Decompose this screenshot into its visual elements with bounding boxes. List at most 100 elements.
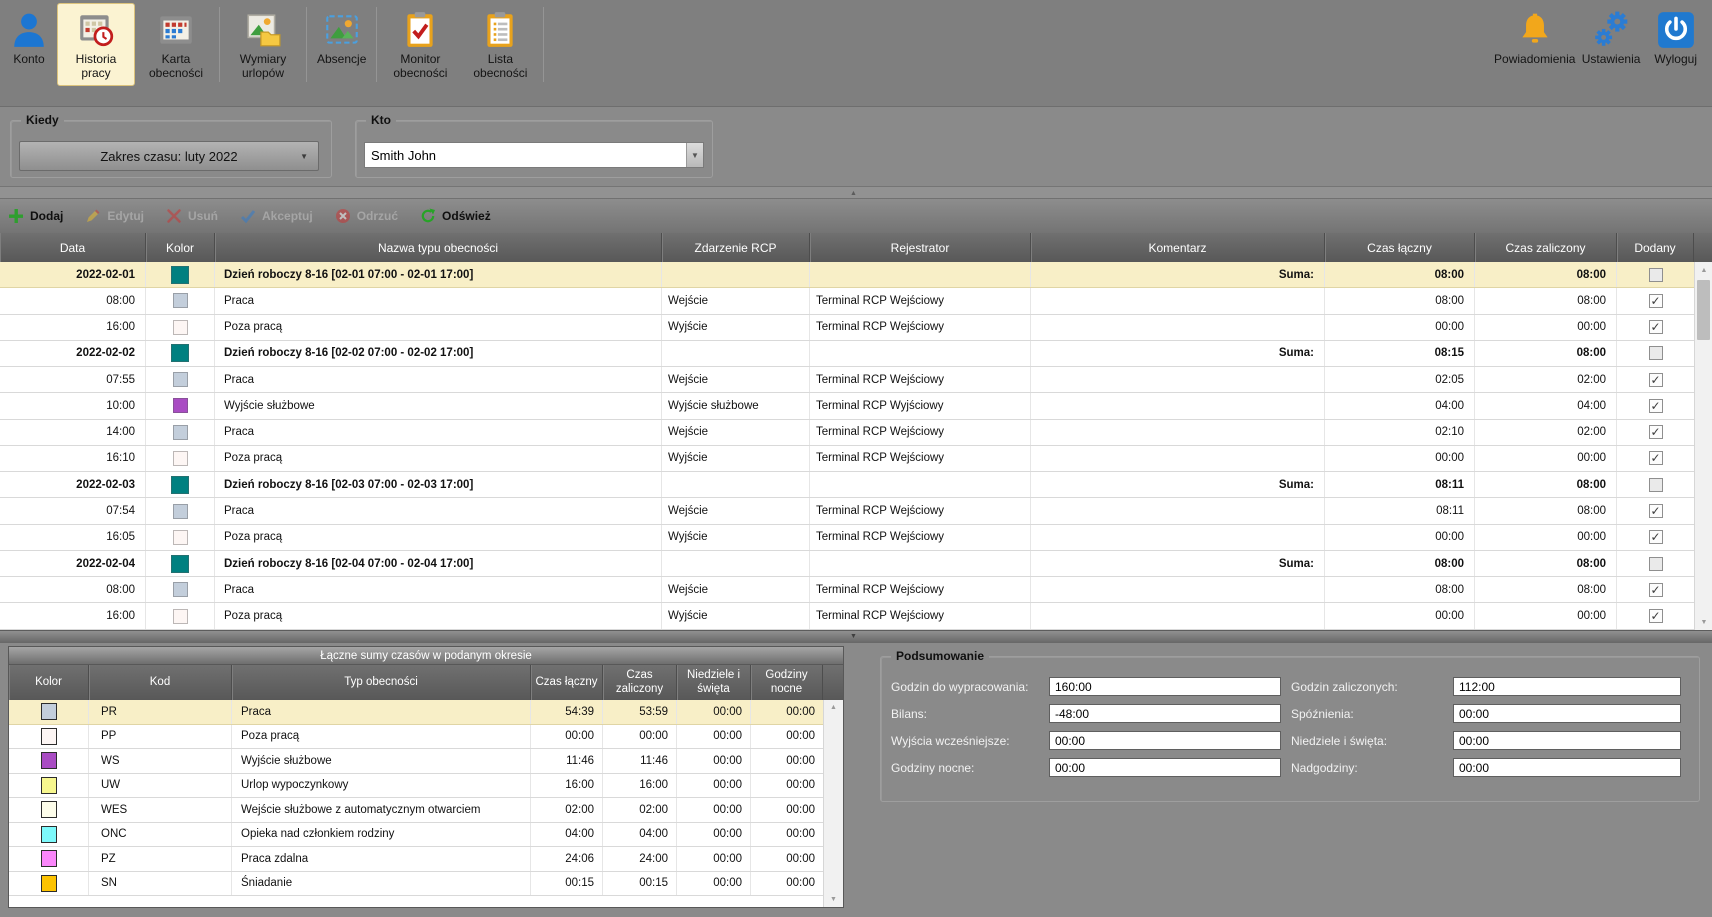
nav-konto[interactable]: Konto bbox=[3, 3, 55, 86]
nav-wymiary-urlopow[interactable]: Wymiary urlopów bbox=[224, 3, 302, 86]
totals-header-nocne[interactable]: Godziny nocne bbox=[751, 665, 823, 700]
delete-button[interactable]: Usuń bbox=[166, 208, 218, 224]
combobox-dropdown-button[interactable]: ▼ bbox=[686, 143, 703, 167]
dodany-checkbox[interactable]: ✓ bbox=[1649, 609, 1663, 623]
table-row[interactable]: 08:00PracaWejścieTerminal RCP Wejściowy0… bbox=[0, 577, 1694, 603]
dodany-checkbox[interactable]: ✓ bbox=[1649, 425, 1663, 439]
dodany-checkbox[interactable]: ✓ bbox=[1649, 451, 1663, 465]
horizontal-splitter[interactable]: ▼ bbox=[0, 630, 1712, 643]
summary-field-value[interactable]: 00:00 bbox=[1453, 704, 1681, 723]
totals-row[interactable]: ONCOpieka nad członkiem rodziny04:0004:0… bbox=[9, 823, 823, 848]
dodany-checkbox[interactable]: ✓ bbox=[1649, 294, 1663, 308]
table-row[interactable]: 07:54PracaWejścieTerminal RCP Wejściowy0… bbox=[0, 498, 1694, 524]
table-row[interactable]: 10:00Wyjście służboweWyjście służboweTer… bbox=[0, 393, 1694, 419]
accept-button[interactable]: Akceptuj bbox=[240, 208, 313, 224]
time-range-dropdown[interactable]: Zakres czasu: luty 2022 ▼ bbox=[19, 141, 319, 171]
table-row[interactable]: 2022-02-01Dzień roboczy 8-16 [02-01 07:0… bbox=[0, 262, 1694, 288]
summary-field-value[interactable]: 00:00 bbox=[1049, 731, 1281, 750]
totals-header-kod[interactable]: Kod bbox=[89, 665, 232, 700]
table-row[interactable]: 2022-02-03Dzień roboczy 8-16 [02-03 07:0… bbox=[0, 472, 1694, 498]
nav-karta-obecnosci[interactable]: Karta obecności bbox=[137, 3, 215, 86]
nav-lista-obecnosci[interactable]: Lista obecności bbox=[461, 3, 539, 86]
vertical-scrollbar[interactable]: ▲ ▼ bbox=[1694, 262, 1712, 630]
totals-header-kolor[interactable]: Kolor bbox=[9, 665, 89, 700]
scroll-up-icon[interactable]: ▲ bbox=[824, 700, 843, 715]
summary-field-value[interactable]: -48:00 bbox=[1049, 704, 1281, 723]
column-header-komentarz[interactable]: Komentarz bbox=[1031, 233, 1325, 262]
nav-monitor-obecnosci[interactable]: Monitor obecności bbox=[381, 3, 459, 86]
column-header-rejestrator[interactable]: Rejestrator bbox=[810, 233, 1031, 262]
dodany-checkbox[interactable]: ✓ bbox=[1649, 399, 1663, 413]
dodany-checkbox[interactable] bbox=[1649, 478, 1663, 492]
cell-czas-laczny: 04:00 bbox=[1325, 393, 1475, 418]
totals-row[interactable]: WESWejście służbowe z automatycznym otwa… bbox=[9, 798, 823, 823]
column-header-zdarzenie[interactable]: Zdarzenie RCP bbox=[662, 233, 810, 262]
dodany-checkbox[interactable]: ✓ bbox=[1649, 373, 1663, 387]
totals-row[interactable]: WSWyjście służbowe11:4611:4600:0000:00 bbox=[9, 749, 823, 774]
totals-vertical-scrollbar[interactable]: ▲ ▼ bbox=[823, 700, 843, 907]
totals-row[interactable]: PZPraca zdalna24:0624:0000:0000:00 bbox=[9, 847, 823, 872]
table-row[interactable]: 08:00PracaWejścieTerminal RCP Wejściowy0… bbox=[0, 288, 1694, 314]
dodany-checkbox[interactable]: ✓ bbox=[1649, 530, 1663, 544]
dodany-checkbox[interactable]: ✓ bbox=[1649, 504, 1663, 518]
table-row[interactable]: 14:00PracaWejścieTerminal RCP Wejściowy0… bbox=[0, 420, 1694, 446]
totals-row[interactable]: PRPraca54:3953:5900:0000:00 bbox=[9, 700, 823, 725]
column-header-dodany[interactable]: Dodany bbox=[1617, 233, 1694, 262]
table-row[interactable]: 16:00Poza pracąWyjścieTerminal RCP Wejśc… bbox=[0, 603, 1694, 629]
totals-header-niedziele[interactable]: Niedziele i święta bbox=[677, 665, 751, 700]
nav-ustawienia[interactable]: Ustawienia bbox=[1576, 3, 1647, 72]
column-header-data[interactable]: Data bbox=[0, 233, 146, 262]
dodany-checkbox[interactable] bbox=[1649, 268, 1663, 282]
table-row[interactable]: 16:00Poza pracąWyjścieTerminal RCP Wejśc… bbox=[0, 315, 1694, 341]
summary-field-value[interactable]: 00:00 bbox=[1049, 758, 1281, 777]
cell-dodany bbox=[1617, 472, 1694, 497]
dodany-checkbox[interactable] bbox=[1649, 557, 1663, 571]
totals-row[interactable]: UWUrlop wypoczynkowy16:0016:0000:0000:00 bbox=[9, 774, 823, 799]
table-row[interactable]: 16:05Poza pracąWyjścieTerminal RCP Wejśc… bbox=[0, 525, 1694, 551]
bottom-section: Łączne sumy czasów w podanym okresie Kol… bbox=[0, 643, 1712, 917]
nav-powiadomienia[interactable]: Powiadomienia bbox=[1496, 3, 1574, 72]
cell-zdarzenie bbox=[662, 262, 810, 287]
column-header-kolor[interactable]: Kolor bbox=[146, 233, 215, 262]
scroll-up-icon[interactable]: ▲ bbox=[1695, 262, 1712, 278]
totals-header-czas-zaliczony[interactable]: Czas zaliczony bbox=[603, 665, 677, 700]
scroll-down-icon[interactable]: ▼ bbox=[824, 892, 843, 907]
dodany-checkbox[interactable]: ✓ bbox=[1649, 320, 1663, 334]
panel-divider[interactable]: ▲ bbox=[0, 186, 1712, 199]
scroll-down-icon[interactable]: ▼ bbox=[1695, 614, 1712, 630]
scrollbar-thumb[interactable] bbox=[1697, 280, 1710, 340]
nav-wyloguj[interactable]: Wyloguj bbox=[1648, 3, 1703, 72]
add-button[interactable]: Dodaj bbox=[8, 208, 63, 224]
totals-header-typ[interactable]: Typ obecności bbox=[232, 665, 531, 700]
cell-czas-zaliczony: 08:00 bbox=[1475, 498, 1617, 523]
table-row[interactable]: 16:10Poza pracąWyjścieTerminal RCP Wejśc… bbox=[0, 446, 1694, 472]
reject-button[interactable]: Odrzuć bbox=[335, 208, 398, 224]
edit-button[interactable]: Edytuj bbox=[85, 208, 144, 224]
column-header-czas-laczny[interactable]: Czas łączny bbox=[1325, 233, 1475, 262]
totals-row[interactable]: SNŚniadanie00:1500:1500:0000:00 bbox=[9, 872, 823, 897]
nav-absencje[interactable]: Absencje bbox=[311, 3, 372, 86]
table-row[interactable]: 2022-02-02Dzień roboczy 8-16 [02-02 07:0… bbox=[0, 341, 1694, 367]
nav-historia-pracy[interactable]: Historia pracy bbox=[57, 3, 135, 86]
summary-field-value[interactable]: 00:00 bbox=[1453, 758, 1681, 777]
refresh-button[interactable]: Odśwież bbox=[420, 208, 491, 224]
dodany-checkbox[interactable]: ✓ bbox=[1649, 583, 1663, 597]
column-header-czas-zaliczony[interactable]: Czas zaliczony bbox=[1475, 233, 1617, 262]
totals-row[interactable]: PPPoza pracą00:0000:0000:0000:00 bbox=[9, 725, 823, 750]
totals-header-czas-laczny[interactable]: Czas łączny bbox=[531, 665, 603, 700]
summary-field-value[interactable]: 160:00 bbox=[1049, 677, 1281, 696]
summary-grid: Godzin do wypracowania:160:00Godzin zali… bbox=[891, 677, 1691, 777]
cell-data: 2022-02-04 bbox=[0, 551, 146, 576]
table-row[interactable]: 2022-02-04Dzień roboczy 8-16 [02-04 07:0… bbox=[0, 551, 1694, 577]
table-row[interactable]: 07:55PracaWejścieTerminal RCP Wejściowy0… bbox=[0, 367, 1694, 393]
column-header-nazwa[interactable]: Nazwa typu obecności bbox=[215, 233, 662, 262]
cell-czas-zaliczony: 00:00 bbox=[1475, 603, 1617, 628]
color-swatch bbox=[41, 850, 57, 867]
dodany-checkbox[interactable] bbox=[1649, 346, 1663, 360]
summary-field-value[interactable]: 112:00 bbox=[1453, 677, 1681, 696]
toolbar-separator bbox=[219, 7, 220, 82]
summary-field-value[interactable]: 00:00 bbox=[1453, 731, 1681, 750]
employee-combobox[interactable]: Smith John ▼ bbox=[364, 142, 704, 168]
nav-label: Karta obecności bbox=[143, 53, 209, 81]
bell-icon bbox=[1515, 10, 1555, 50]
